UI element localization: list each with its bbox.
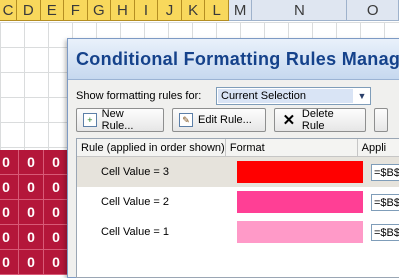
grid-cell[interactable]: 0 — [19, 225, 44, 250]
applies-to-cell: =$B$ — [371, 223, 399, 241]
grid-cell[interactable]: 0 — [44, 250, 69, 275]
grid-cell[interactable]: 0 — [44, 150, 69, 175]
rule-description: Cell Value = 2 — [101, 196, 169, 208]
format-preview-cell — [233, 191, 371, 213]
move-up-button[interactable] — [374, 108, 388, 132]
rule-row[interactable]: Cell Value = 1 =$B$ — [77, 217, 399, 247]
rule-row[interactable]: Cell Value = 2 =$B$ — [77, 187, 399, 217]
new-rule-button[interactable]: + New Rule... — [76, 108, 164, 132]
show-rules-row: Show formatting rules for: Current Selec… — [76, 87, 371, 105]
column-header-g[interactable]: G — [87, 0, 112, 21]
delete-rule-button[interactable]: ✕ Delete Rule — [274, 108, 366, 132]
edit-rule-icon: ✎ — [179, 113, 193, 127]
grid-cell[interactable]: 0 — [0, 150, 19, 175]
column-header-row: C D E F G H I J K L M N O — [0, 0, 399, 22]
grid-cell[interactable]: 0 — [0, 200, 19, 225]
show-rules-select[interactable]: Current Selection ▼ — [216, 87, 371, 105]
applies-to-field[interactable]: =$B$ — [371, 193, 399, 211]
grid-cell[interactable]: 0 — [19, 175, 44, 200]
column-header-m[interactable]: M — [228, 0, 253, 21]
rules-manager-dialog: Conditional Formatting Rules Manager Sho… — [67, 38, 399, 278]
rules-toolbar: + New Rule... ✎ Edit Rule... ✕ Delete Ru… — [76, 108, 388, 132]
applies-column-header: Appli — [361, 141, 387, 154]
column-header-l[interactable]: L — [205, 0, 229, 21]
column-header-j[interactable]: J — [158, 0, 182, 21]
format-preview-cell — [233, 221, 371, 243]
format-swatch — [237, 221, 363, 243]
column-header-i[interactable]: I — [134, 0, 159, 21]
column-header-f[interactable]: F — [64, 0, 88, 21]
delete-icon: ✕ — [282, 112, 296, 129]
column-header-c[interactable]: C — [0, 0, 17, 21]
format-swatch — [237, 161, 363, 183]
rule-column-header: Rule (applied in order shown) — [77, 139, 226, 156]
applies-to-cell: =$B$ — [371, 163, 399, 181]
column-header-d[interactable]: D — [16, 0, 41, 21]
dialog-title: Conditional Formatting Rules Manager — [76, 48, 399, 69]
edit-rule-label: Edit Rule... — [198, 114, 252, 126]
rules-table-header: Rule (applied in order shown) Format App… — [77, 139, 399, 157]
column-header-h[interactable]: H — [111, 0, 135, 21]
new-rule-label: New Rule... — [101, 108, 134, 132]
rule-row[interactable]: Cell Value = 3 =$B$ — [77, 157, 399, 187]
new-rule-icon: + — [83, 113, 97, 127]
grid-cell[interactable]: 0 — [19, 150, 44, 175]
grid-cell[interactable]: 0 — [44, 175, 69, 200]
grid-cell[interactable]: 0 — [19, 250, 44, 275]
format-swatch — [237, 191, 363, 213]
column-header-n[interactable]: N — [252, 0, 348, 21]
grid-cell[interactable]: 0 — [44, 200, 69, 225]
format-preview-cell — [233, 161, 371, 183]
grid-cell[interactable]: 0 — [0, 250, 19, 275]
applies-to-cell: =$B$ — [371, 193, 399, 211]
column-header-k[interactable]: K — [181, 0, 206, 21]
dialog-titlebar[interactable]: Conditional Formatting Rules Manager — [68, 39, 399, 80]
grid-cell[interactable]: 0 — [0, 175, 19, 200]
format-column-header: Format — [226, 139, 358, 156]
rule-description: Cell Value = 1 — [101, 226, 169, 238]
grid-cell[interactable]: 0 — [19, 200, 44, 225]
show-rules-selected-value: Current Selection — [218, 89, 353, 103]
applies-to-field[interactable]: =$B$ — [371, 163, 399, 181]
show-rules-label: Show formatting rules for: — [76, 90, 202, 102]
edit-rule-button[interactable]: ✎ Edit Rule... — [172, 108, 266, 132]
applies-to-field[interactable]: =$B$ — [371, 223, 399, 241]
rules-table: Rule (applied in order shown) Format App… — [76, 138, 399, 278]
grid-cell[interactable]: 0 — [44, 225, 69, 250]
column-header-e[interactable]: E — [40, 0, 65, 21]
grid-cell[interactable]: 0 — [0, 225, 19, 250]
chevron-down-icon[interactable]: ▼ — [354, 88, 370, 104]
rule-description: Cell Value = 3 — [101, 166, 169, 178]
column-header-o[interactable]: O — [347, 0, 399, 21]
delete-rule-label: Delete Rule — [301, 108, 334, 132]
